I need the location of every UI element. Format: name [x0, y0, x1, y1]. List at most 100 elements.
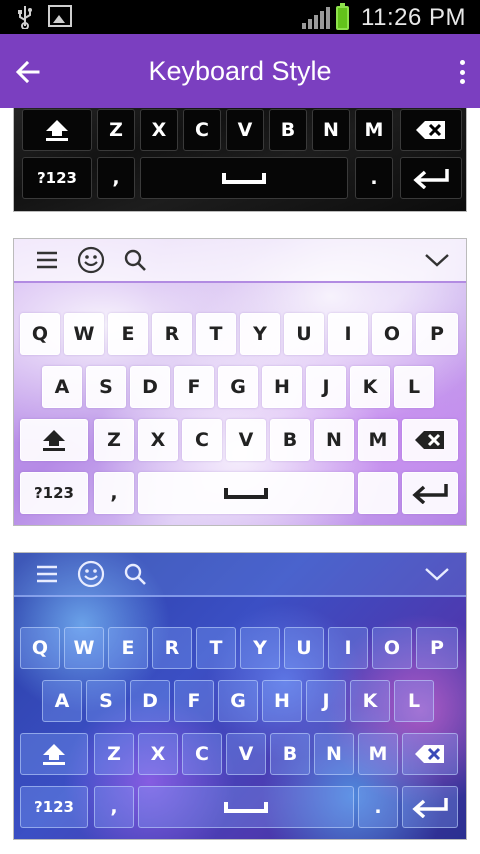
- emoji-icon: [74, 243, 108, 277]
- key: T: [196, 627, 236, 669]
- search-icon: [118, 557, 152, 591]
- key: D: [130, 366, 170, 408]
- key: M: [358, 419, 398, 461]
- key: O: [372, 627, 412, 669]
- key: M: [358, 733, 398, 775]
- key: B: [270, 419, 310, 461]
- key: A: [42, 680, 82, 722]
- menu-icon: [30, 557, 64, 591]
- period-key: .: [358, 786, 398, 828]
- key: M: [355, 109, 393, 151]
- key: F: [174, 366, 214, 408]
- app-bar: Keyboard Style: [0, 34, 480, 108]
- enter-key: [402, 786, 458, 828]
- emoji-icon: [74, 557, 108, 591]
- enter-key: [400, 157, 462, 199]
- key: F: [174, 680, 214, 722]
- key: W: [64, 627, 104, 669]
- keyboard-style-purple-clouds[interactable]: Q W E R T Y U I O P A S D F G H J K L Z …: [13, 238, 467, 526]
- signal-icon: [302, 7, 331, 29]
- key: R: [152, 313, 192, 355]
- key: B: [269, 109, 307, 151]
- keyboard-toolbar: [14, 239, 466, 283]
- keyboard-toolbar: [14, 553, 466, 597]
- page-title: Keyboard Style: [148, 56, 332, 86]
- status-bar: 11:26 PM: [0, 0, 480, 34]
- comma-key: ,: [94, 786, 134, 828]
- key: N: [314, 419, 354, 461]
- keyboard-style-blue-bokeh[interactable]: Q W E R T Y U I O P A S D F G H J K L Z …: [13, 552, 467, 840]
- key: K: [350, 366, 390, 408]
- shift-key: [20, 419, 88, 461]
- key: V: [226, 419, 266, 461]
- key: N: [312, 109, 350, 151]
- key: R: [152, 627, 192, 669]
- status-time: 11:26 PM: [361, 4, 466, 31]
- comma-key: ,: [97, 157, 135, 199]
- key: C: [182, 419, 222, 461]
- more-vert-icon[interactable]: [452, 54, 472, 90]
- key: Z: [97, 109, 135, 151]
- key: I: [328, 627, 368, 669]
- key: H: [262, 366, 302, 408]
- key: U: [284, 313, 324, 355]
- shift-key: [20, 733, 88, 775]
- key: G: [218, 680, 258, 722]
- key: Y: [240, 627, 280, 669]
- key: V: [226, 109, 264, 151]
- key: T: [196, 313, 236, 355]
- key: J: [306, 366, 346, 408]
- menu-icon: [30, 243, 64, 277]
- key: L: [394, 366, 434, 408]
- image-icon: [48, 5, 72, 27]
- keyboard-style-list[interactable]: Z X C V B N M ?123 , . Q W E R T Y U I O…: [0, 108, 480, 854]
- key: W: [64, 313, 104, 355]
- symbols-key: ?123: [22, 157, 92, 199]
- key: E: [108, 313, 148, 355]
- key: Z: [94, 733, 134, 775]
- key: X: [138, 419, 178, 461]
- search-icon: [118, 243, 152, 277]
- backspace-key: [402, 419, 458, 461]
- keyboard-style-dark[interactable]: Z X C V B N M ?123 , .: [13, 108, 467, 212]
- backspace-key: [402, 733, 458, 775]
- key: P: [416, 313, 458, 355]
- key: G: [218, 366, 258, 408]
- symbols-key: ?123: [20, 472, 88, 514]
- period-key: .: [355, 157, 393, 199]
- key: Y: [240, 313, 280, 355]
- key: C: [183, 109, 221, 151]
- comma-key: ,: [94, 472, 134, 514]
- key: P: [416, 627, 458, 669]
- shift-key: [22, 109, 92, 151]
- key: H: [262, 680, 302, 722]
- key: S: [86, 366, 126, 408]
- key: O: [372, 313, 412, 355]
- key: Z: [94, 419, 134, 461]
- space-key: [140, 157, 348, 199]
- symbols-key: ?123: [20, 786, 88, 828]
- space-key: [138, 786, 354, 828]
- period-key: [358, 472, 398, 514]
- space-key: [138, 472, 354, 514]
- key: S: [86, 680, 126, 722]
- key: U: [284, 627, 324, 669]
- usb-icon: [14, 5, 36, 29]
- key: X: [140, 109, 178, 151]
- backspace-key: [400, 109, 462, 151]
- key: L: [394, 680, 434, 722]
- enter-key: [402, 472, 458, 514]
- key: I: [328, 313, 368, 355]
- chevron-down-icon: [422, 245, 452, 275]
- key: A: [42, 366, 82, 408]
- key: V: [226, 733, 266, 775]
- key: Q: [20, 313, 60, 355]
- key: J: [306, 680, 346, 722]
- key: C: [182, 733, 222, 775]
- key: B: [270, 733, 310, 775]
- key: Q: [20, 627, 60, 669]
- key: X: [138, 733, 178, 775]
- key: D: [130, 680, 170, 722]
- key: K: [350, 680, 390, 722]
- chevron-down-icon: [422, 559, 452, 589]
